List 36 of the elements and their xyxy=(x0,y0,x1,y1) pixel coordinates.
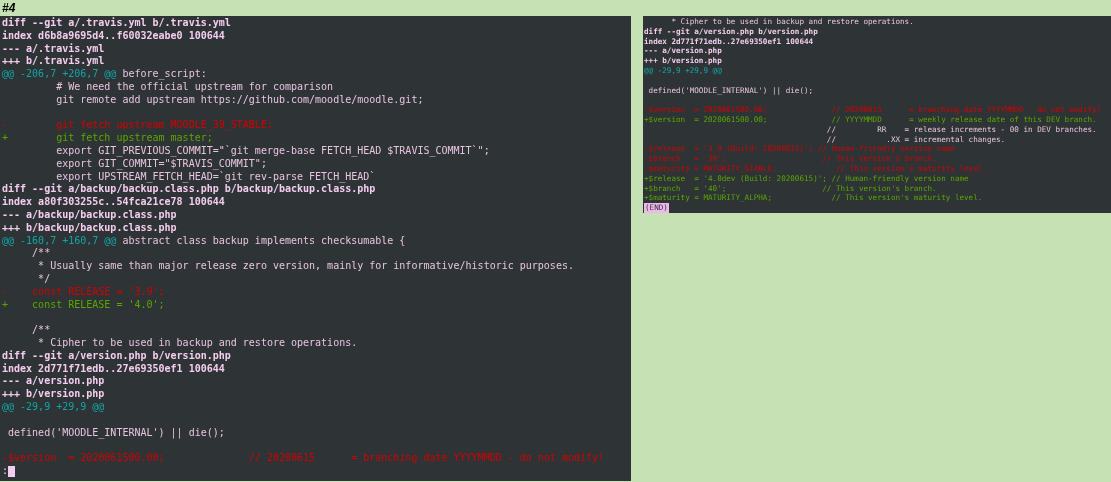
removed-line: -$version = 2020061500.00; // 20200615 = branching date YYYYMMDD - do not modify! xyxy=(2,452,605,464)
context-line: # We need the official upstream for comparison xyxy=(55,81,334,92)
hunk-range: @@ -206,7 +206,7 @@ xyxy=(2,68,117,80)
diff-header-line: --- a/version.php xyxy=(2,375,105,387)
context-line: export UPSTREAM_FETCH_HEAD=`git rev-parse FETCH_HEAD` xyxy=(55,170,376,182)
diff-header-line: --- a/.travis.yml xyxy=(2,42,105,54)
removed-line: - const RELEASE = '3.9'; xyxy=(2,285,165,297)
hunk-range: @@ -160,7 +160,7 @@ xyxy=(2,234,117,246)
page-number: #4 xyxy=(1,0,17,16)
diff-header-line: --- a/backup/backup.class.php xyxy=(2,208,177,220)
pager-prompt: : xyxy=(2,464,9,478)
hunk-context: abstract class backup implements checksumable { xyxy=(121,234,406,246)
context-line: defined('MOODLE_INTERNAL') || die(); xyxy=(7,426,225,438)
diff-header-line: index d6b8a9695d4..f60032eabe0 100644 xyxy=(2,29,225,41)
added-line: + const RELEASE = '4.0'; xyxy=(2,298,165,310)
context-line: export GIT_COMMIT="$TRAVIS_COMMIT"; xyxy=(55,157,267,169)
removed-line: - git fetch upstream MOODLE_39_STABLE; xyxy=(2,119,273,131)
context-line: export GIT_PREVIOUS_COMMIT="`git merge-base FETCH_HEAD $TRAVIS_COMMIT`"; xyxy=(55,144,490,156)
context-line: * Usually same than major release zero version, mainly for informative/historic purposes. xyxy=(37,260,574,272)
diff-header-line: +++ b/.travis.yml xyxy=(2,55,105,67)
context-line: */ xyxy=(37,272,51,284)
text-cursor xyxy=(8,465,16,477)
diff-header-line: diff --git a/.travis.yml b/.travis.yml xyxy=(2,17,231,28)
diff-header-line: diff --git a/backup/backup.class.php b/backup/backup.class.php xyxy=(2,183,376,195)
context-line: * Cipher to be used in backup and restore operations. xyxy=(37,336,358,348)
hunk-context: before_script: xyxy=(121,68,207,80)
diff-header-line: index a80f303255c..54fca21ce78 100644 xyxy=(2,196,225,208)
context-line: /** xyxy=(31,324,51,336)
diff-header-line: diff --git a/version.php b/version.php xyxy=(2,349,231,361)
hunk-range: @@ -29,9 +29,9 @@ xyxy=(2,400,105,412)
context-line: /** xyxy=(31,247,51,259)
diff-header-line: +++ b/version.php xyxy=(2,388,105,400)
context-line: git remote add upstream https://github.com/moodle/moodle.git; xyxy=(55,93,424,105)
diff-header-line: index 2d771f71edb..27e69350ef1 100644 xyxy=(2,362,225,374)
added-line: + git fetch upstream master; xyxy=(2,132,213,144)
diff-header-line: +++ b/backup/backup.class.php xyxy=(2,221,177,233)
